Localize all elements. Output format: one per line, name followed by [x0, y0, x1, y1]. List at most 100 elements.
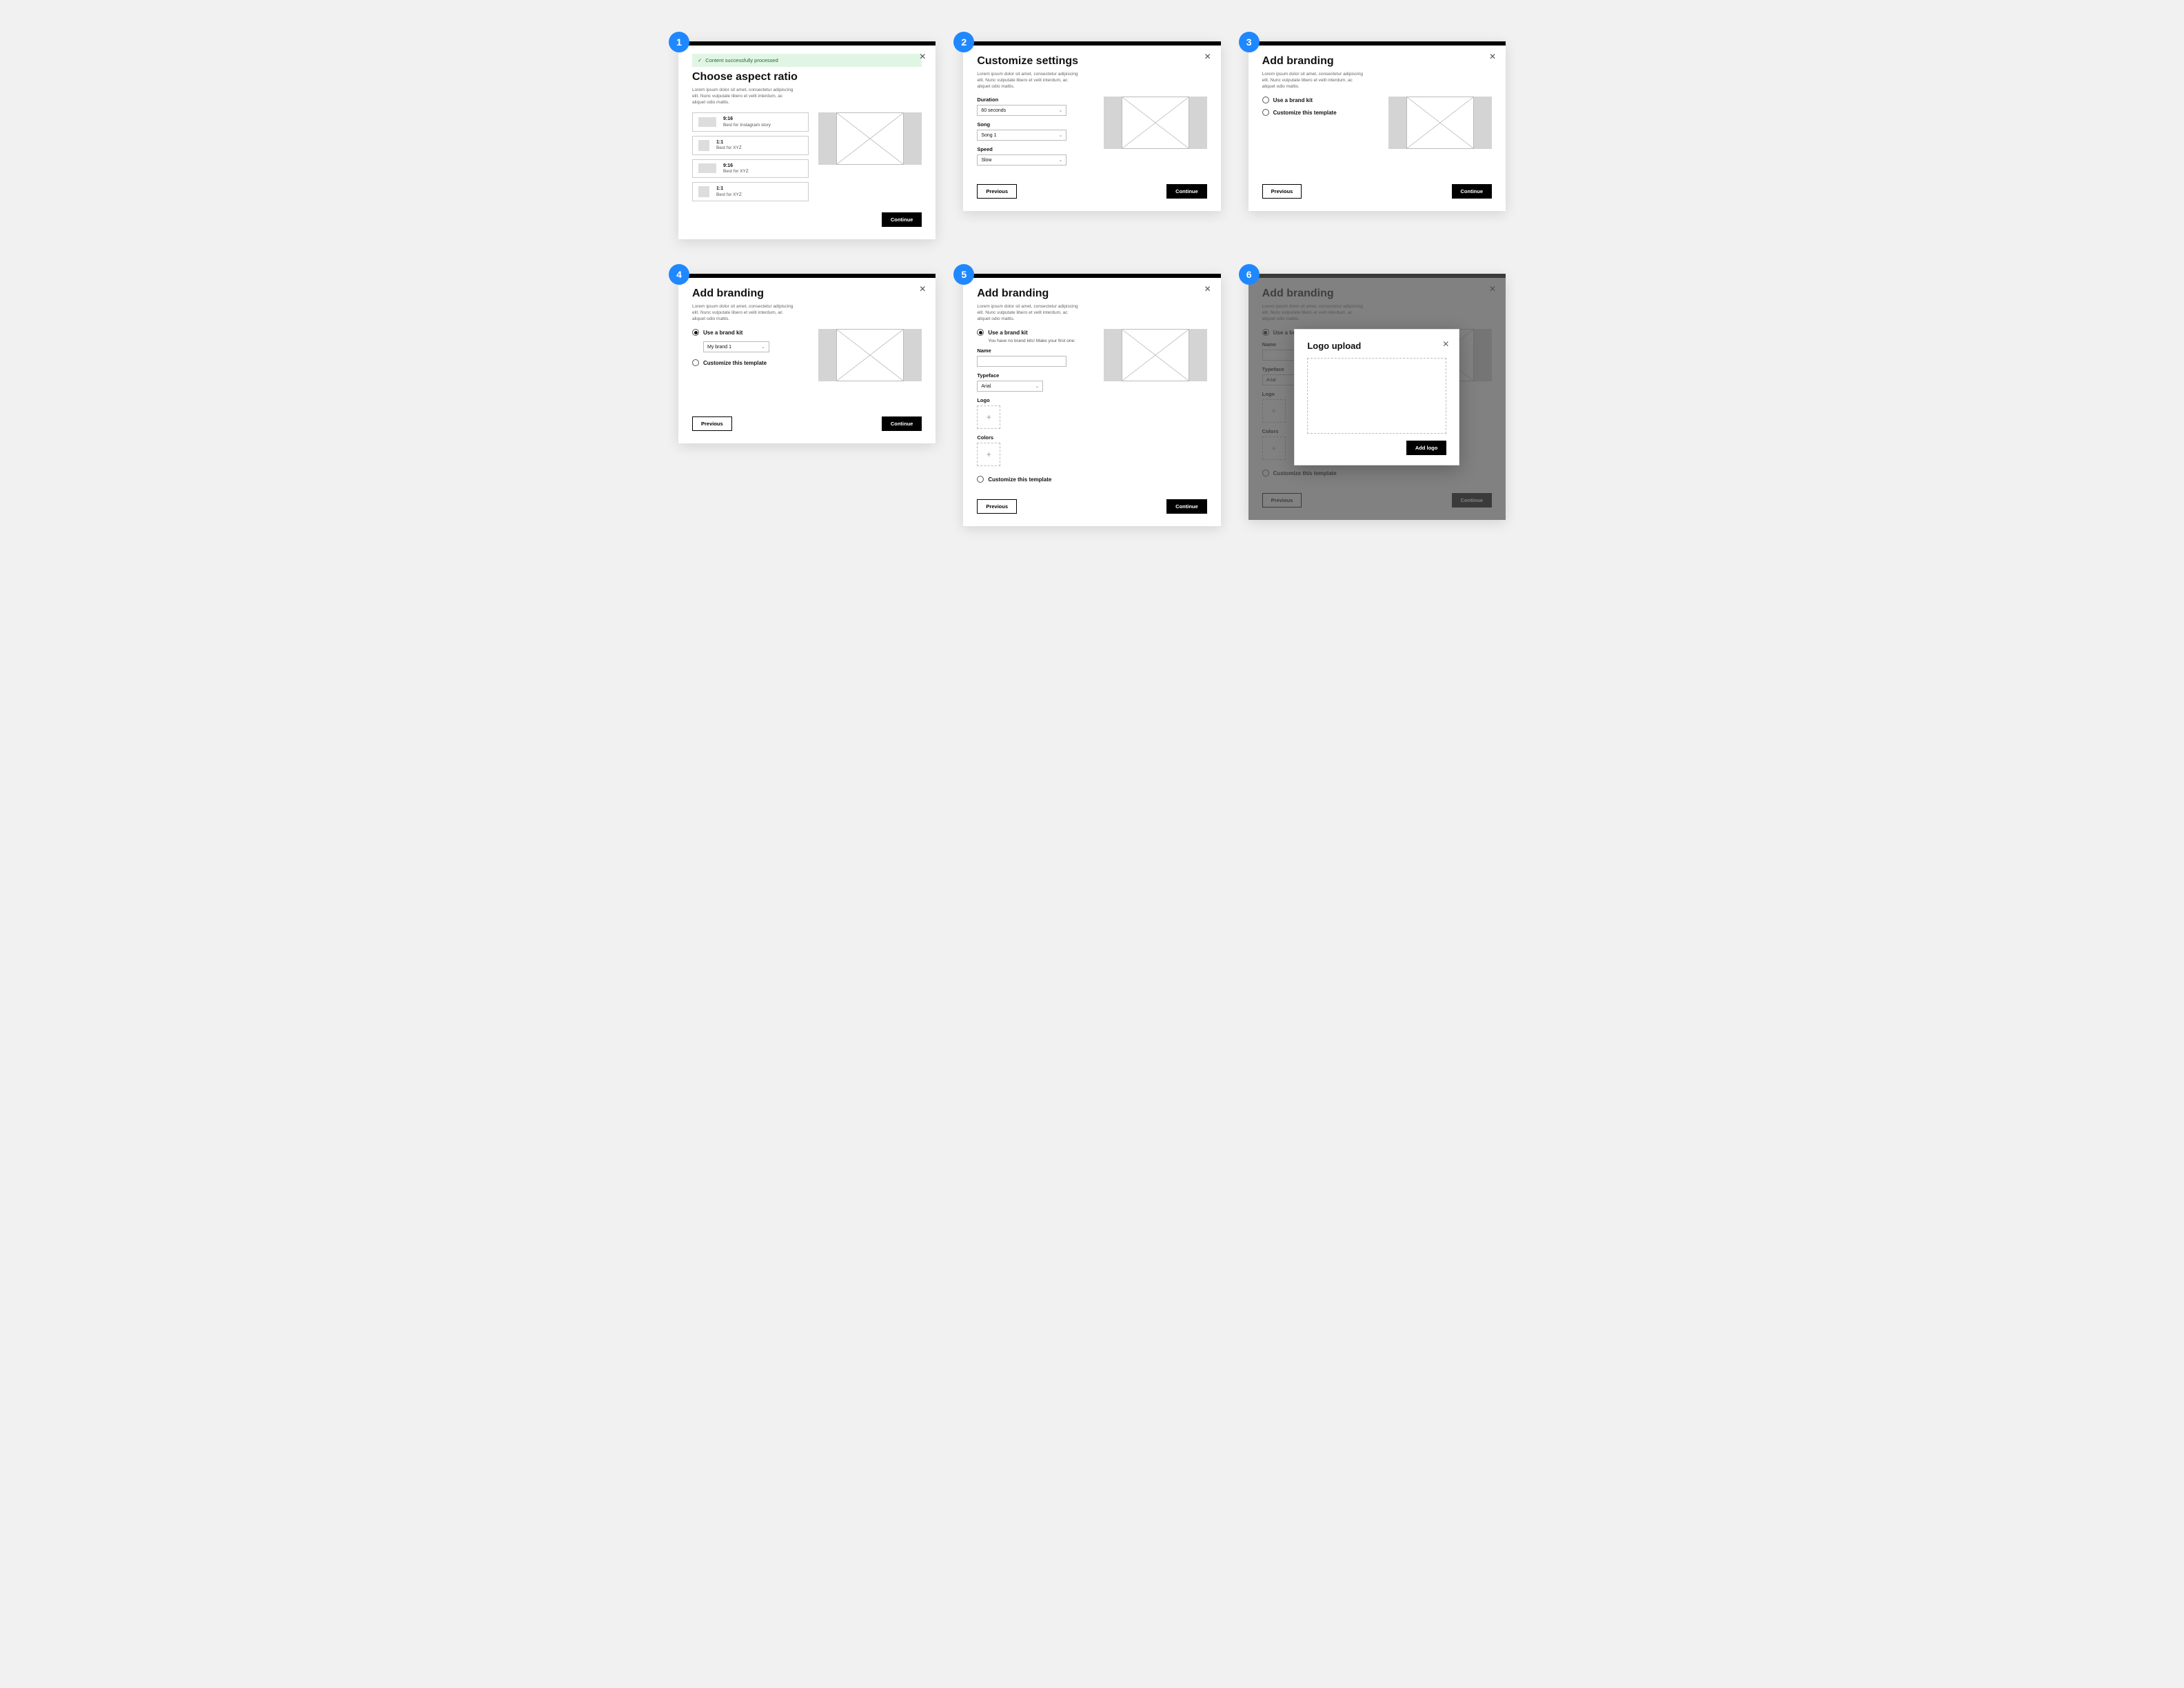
aspect-ratio-label: 9:16	[723, 117, 771, 122]
continue-button[interactable]: Continue	[1166, 184, 1207, 199]
speed-select[interactable]: Slow ⌄	[977, 154, 1066, 165]
radio-label: Customize this template	[703, 360, 767, 366]
aspect-ratio-label: 1:1	[716, 186, 742, 192]
radio-use-brand-kit[interactable]: Use a brand kit	[1262, 97, 1379, 103]
radio-label: Use a brand kit	[703, 330, 742, 336]
frame-4: 4 ✕ Add branding Lorem ipsum dolor sit a…	[678, 274, 936, 526]
aspect-option[interactable]: 9:16 Best for Instagram story	[692, 112, 809, 131]
logo-upload[interactable]: +	[977, 405, 1000, 429]
duration-value: 60 seconds	[981, 108, 1006, 113]
chevron-down-icon: ⌄	[1058, 132, 1062, 138]
brand-kit-select[interactable]: My brand 1 ⌄	[703, 341, 769, 352]
aspect-option[interactable]: 1:1 Best for XYZ	[692, 136, 809, 155]
dialog: ✕ Add branding Lorem ipsum dolor sit ame…	[678, 274, 936, 443]
previous-button[interactable]: Previous	[692, 416, 732, 431]
typeface-value: Arial	[981, 384, 991, 389]
frame-2: 2 ✕ Customize settings Lorem ipsum dolor…	[963, 41, 1220, 239]
typeface-label: Typeface	[977, 372, 1093, 379]
close-icon[interactable]: ✕	[1204, 285, 1211, 293]
aspect-thumb	[698, 163, 716, 173]
radio-customize-template[interactable]: Customize this template	[977, 476, 1093, 483]
chevron-down-icon: ⌄	[1035, 383, 1039, 389]
chevron-down-icon: ⌄	[761, 344, 765, 350]
aspect-ratio-desc: Best for Instagram story	[723, 123, 771, 128]
radio-icon	[1262, 109, 1269, 116]
brand-kit-value: My brand 1	[707, 345, 731, 350]
name-label: Name	[977, 348, 1093, 354]
no-brand-kits-hint: You have no brand kits! Make your first …	[988, 339, 1093, 343]
logo-label: Logo	[977, 397, 1093, 403]
radio-icon	[692, 359, 699, 366]
window-topbar	[678, 41, 936, 46]
aspect-option[interactable]: 1:1 Best for XYZ	[692, 182, 809, 201]
aspect-thumb	[698, 186, 709, 197]
preview-pane	[1104, 97, 1207, 149]
radio-icon	[977, 329, 984, 336]
close-icon[interactable]: ✕	[1442, 339, 1449, 349]
dialog-title: Customize settings	[977, 55, 1206, 68]
aspect-ratio-desc: Best for XYZ	[716, 145, 742, 150]
colors-label: Colors	[977, 434, 1093, 441]
success-alert: ✓ Content successfully processed	[692, 54, 922, 67]
dialog-subtitle: Lorem ipsum dolor sit amet, consectetur …	[977, 304, 1080, 322]
dialog: ✕ Add branding Lorem ipsum dolor sit ame…	[1248, 274, 1506, 520]
previous-button[interactable]: Previous	[977, 499, 1017, 514]
radio-label: Customize this template	[988, 476, 1051, 483]
dialog: ✕ Add branding Lorem ipsum dolor sit ame…	[1248, 41, 1506, 211]
duration-select[interactable]: 60 seconds ⌄	[977, 105, 1066, 116]
previous-button[interactable]: Previous	[977, 184, 1017, 199]
logo-dropzone[interactable]	[1307, 358, 1446, 434]
song-label: Song	[977, 121, 1093, 128]
aspect-ratio-label: 9:16	[723, 163, 749, 169]
radio-use-brand-kit[interactable]: Use a brand kit	[977, 329, 1093, 336]
typeface-select[interactable]: Arial ⌄	[977, 381, 1043, 392]
radio-icon	[977, 476, 984, 483]
dialog-title: Choose aspect ratio	[692, 71, 922, 83]
radio-customize-template[interactable]: Customize this template	[692, 359, 809, 366]
continue-button[interactable]: Continue	[882, 212, 922, 227]
speed-value: Slow	[981, 158, 991, 163]
preview-pane	[1104, 329, 1207, 381]
dialog-title: Add branding	[1262, 55, 1492, 68]
step-badge: 3	[1239, 32, 1260, 52]
close-icon[interactable]: ✕	[919, 52, 926, 61]
radio-use-brand-kit[interactable]: Use a brand kit	[692, 329, 809, 336]
continue-button[interactable]: Continue	[1452, 184, 1493, 199]
logo-upload-modal: ✕ Logo upload Add logo	[1294, 329, 1459, 465]
radio-icon	[1262, 97, 1269, 103]
dialog-title: Add branding	[692, 288, 922, 300]
dialog-subtitle: Lorem ipsum dolor sit amet, consectetur …	[692, 304, 796, 322]
dialog-subtitle: Lorem ipsum dolor sit amet, consectetur …	[692, 88, 796, 106]
colors-add[interactable]: +	[977, 443, 1000, 466]
step-badge: 4	[669, 264, 689, 285]
continue-button[interactable]: Continue	[1166, 499, 1207, 514]
preview-pane	[1388, 97, 1492, 149]
radio-customize-template[interactable]: Customize this template	[1262, 109, 1379, 116]
dialog: ✕ ✓ Content successfully processed Choos…	[678, 41, 936, 239]
frame-3: 3 ✕ Add branding Lorem ipsum dolor sit a…	[1248, 41, 1506, 239]
aspect-ratio-desc: Best for XYZ	[716, 192, 742, 197]
previous-button[interactable]: Previous	[1262, 184, 1302, 199]
song-select[interactable]: Song 1 ⌄	[977, 130, 1066, 141]
radio-label: Customize this template	[1273, 110, 1337, 116]
radio-label: Use a brand kit	[1273, 97, 1313, 103]
name-input[interactable]	[977, 356, 1066, 367]
add-logo-button[interactable]: Add logo	[1406, 441, 1447, 455]
song-value: Song 1	[981, 133, 996, 138]
continue-button[interactable]: Continue	[882, 416, 922, 431]
radio-label: Use a brand kit	[988, 330, 1027, 336]
frame-1: 1 ✕ ✓ Content successfully processed Cho…	[678, 41, 936, 239]
step-badge: 1	[669, 32, 689, 52]
dialog-subtitle: Lorem ipsum dolor sit amet, consectetur …	[977, 72, 1080, 90]
frame-6: 6 ✕ Add branding Lorem ipsum dolor sit a…	[1248, 274, 1506, 526]
aspect-thumb	[698, 117, 716, 127]
close-icon[interactable]: ✕	[1489, 52, 1496, 61]
dialog: ✕ Customize settings Lorem ipsum dolor s…	[963, 41, 1220, 211]
aspect-option[interactable]: 9:16 Best for XYZ	[692, 159, 809, 178]
close-icon[interactable]: ✕	[919, 285, 926, 293]
alert-text: Content successfully processed	[705, 57, 778, 63]
speed-label: Speed	[977, 146, 1093, 152]
aspect-thumb	[698, 140, 709, 151]
close-icon[interactable]: ✕	[1204, 52, 1211, 61]
dialog: ✕ Add branding Lorem ipsum dolor sit ame…	[963, 274, 1220, 526]
